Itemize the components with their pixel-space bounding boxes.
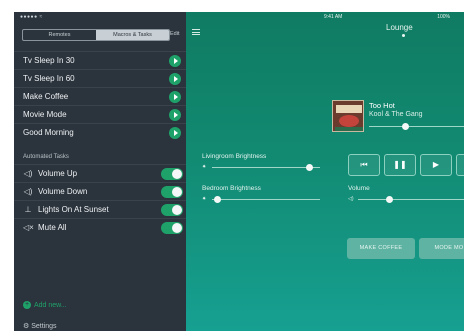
livingroom-brightness-track[interactable]: [212, 167, 320, 168]
page-indicator: [402, 34, 405, 37]
play-icon[interactable]: [169, 109, 181, 121]
volume-knob[interactable]: [386, 196, 394, 203]
macro-label: Make Coffee: [23, 92, 69, 101]
add-new-label: Add new...: [34, 301, 67, 309]
livingroom-brightness-knob[interactable]: [305, 164, 313, 171]
play-button[interactable]: ▶: [420, 154, 452, 176]
task-label: Volume Up: [38, 169, 78, 178]
sunset-icon: ⊥: [24, 205, 32, 214]
task-toggle[interactable]: [161, 204, 183, 216]
volume-track[interactable]: [358, 199, 464, 200]
plus-icon: +: [23, 301, 31, 309]
pause-button[interactable]: ❚❚: [384, 154, 416, 176]
task-toggle[interactable]: [161, 186, 183, 198]
speaker-icon: ◁): [23, 187, 33, 196]
bedroom-brightness-track[interactable]: [212, 199, 320, 200]
task-toggle[interactable]: [161, 222, 183, 234]
livingroom-brightness-label: Livingroom Brightness: [202, 153, 267, 160]
play-icon[interactable]: [169, 127, 181, 139]
mode-button[interactable]: MODE MO: [419, 238, 464, 259]
automated-tasks-heading: Automated Tasks: [23, 154, 69, 160]
task-toggle[interactable]: [161, 168, 183, 180]
track-title: Too Hot: [369, 101, 395, 110]
macro-row-make-coffee[interactable]: Make Coffee: [14, 87, 186, 105]
make-coffee-button[interactable]: MAKE COFFEE: [347, 238, 415, 259]
speaker-mute-icon: ◁×: [23, 223, 34, 232]
settings-label: Settings: [31, 323, 57, 330]
macro-row-movie-mode[interactable]: Movie Mode: [14, 105, 186, 123]
sun-icon: ✷: [202, 164, 207, 170]
play-icon[interactable]: [169, 91, 181, 103]
macro-label: Tv Sleep In 30: [23, 56, 75, 65]
task-label: Lights On At Sunset: [38, 205, 109, 214]
speaker-icon: ◁): [348, 196, 354, 202]
skip-back-icon: ⏮: [360, 160, 368, 169]
add-new-button[interactable]: + Add new...: [23, 301, 67, 309]
room-title[interactable]: Lounge: [386, 23, 413, 32]
volume-label: Volume: [348, 185, 370, 192]
main-panel: 9:41 AM 100% Lounge Too Hot Kool & The G…: [186, 12, 464, 331]
play-icon[interactable]: [169, 73, 181, 85]
playback-knob[interactable]: [401, 123, 409, 130]
tab-macros-tasks[interactable]: Macros & Tasks: [96, 30, 169, 40]
tab-remotes[interactable]: Remotes: [23, 30, 96, 40]
task-row-lights-sunset[interactable]: ⊥ Lights On At Sunset: [14, 200, 186, 218]
macro-label: Movie Mode: [23, 110, 67, 119]
speaker-icon: ◁): [23, 169, 33, 178]
pause-icon: ❚❚: [393, 160, 407, 169]
sidebar: ●●●●● ≈ Remotes Macros & Tasks Edit Tv S…: [14, 12, 186, 331]
macro-label: Good Morning: [23, 128, 74, 137]
status-time: 9:41 AM: [324, 14, 343, 20]
edit-button[interactable]: Edit: [170, 31, 179, 37]
previous-button[interactable]: ⏮: [348, 154, 380, 176]
bedroom-brightness-knob[interactable]: [213, 196, 221, 203]
task-row-mute-all[interactable]: ◁× Mute All: [14, 218, 186, 236]
task-label: Volume Down: [38, 187, 88, 196]
macro-row-tv-sleep-30[interactable]: Tv Sleep In 30: [14, 51, 186, 69]
playback-track[interactable]: [369, 126, 464, 127]
sun-icon: ✷: [202, 196, 207, 202]
ipad-screen: ●●●●● ≈ Remotes Macros & Tasks Edit Tv S…: [14, 12, 464, 331]
task-row-volume-down[interactable]: ◁) Volume Down: [14, 182, 186, 200]
bedroom-brightness-label: Bedroom Brightness: [202, 185, 261, 192]
macro-row-good-morning[interactable]: Good Morning: [14, 123, 186, 141]
track-artist: Kool & The Gang: [369, 111, 423, 118]
menu-icon[interactable]: [192, 29, 200, 35]
status-signal: ●●●●● ≈: [20, 14, 43, 20]
task-row-volume-up[interactable]: ◁) Volume Up: [14, 164, 186, 182]
next-button[interactable]: [456, 154, 464, 176]
macro-row-tv-sleep-60[interactable]: Tv Sleep In 60: [14, 69, 186, 87]
macro-label: Tv Sleep In 60: [23, 74, 75, 83]
play-icon: ▶: [432, 160, 440, 169]
task-label: Mute All: [38, 223, 67, 232]
segmented-control: Remotes Macros & Tasks: [22, 29, 170, 41]
gear-icon: ⚙: [23, 323, 30, 330]
play-icon[interactable]: [169, 55, 181, 67]
status-battery: 100%: [437, 14, 450, 20]
album-art: [332, 100, 364, 132]
settings-button[interactable]: ⚙ Settings: [23, 322, 57, 330]
